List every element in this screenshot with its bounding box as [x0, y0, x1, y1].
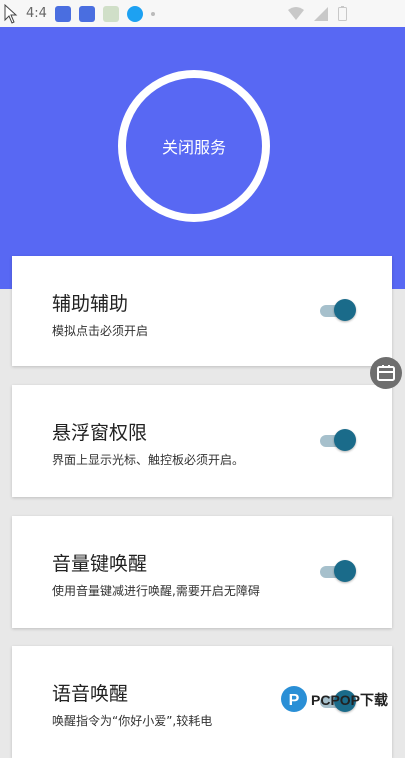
- close-service-button[interactable]: 关闭服务: [118, 70, 270, 222]
- svg-text:PCPOP下载: PCPOP下载: [311, 692, 388, 708]
- setting-card-overlay: 悬浮窗权限 界面上显示光标、触控板必须开启。: [12, 385, 392, 497]
- card-description: 使用音量键减进行唤醒,需要开启无障碍: [52, 584, 260, 598]
- wifi-icon: [288, 6, 304, 20]
- toggle-thumb: [334, 429, 356, 451]
- battery-icon: [338, 6, 347, 21]
- more-notifications-dot: [150, 11, 155, 16]
- status-bar: 4:4: [0, 0, 405, 27]
- card-description: 唤醒指令为“你好小爱”,较耗电: [52, 714, 213, 728]
- svg-text:P: P: [289, 692, 300, 709]
- status-bar-left: 4:4: [4, 3, 155, 24]
- volume-wake-toggle[interactable]: [320, 560, 358, 582]
- baidu-paw-icon-2: [78, 5, 95, 22]
- card-title: 辅助辅助: [52, 293, 129, 315]
- card-description: 模拟点击必须开启: [52, 324, 149, 338]
- card-title: 音量键唤醒: [52, 553, 148, 575]
- accessibility-toggle[interactable]: [320, 299, 358, 321]
- toggle-thumb: [334, 560, 356, 582]
- floating-window-icon: [377, 365, 395, 381]
- pcpop-watermark: P PCPOP下载: [278, 680, 405, 720]
- overlay-permission-toggle[interactable]: [320, 429, 358, 451]
- close-service-label: 关闭服务: [161, 138, 226, 157]
- card-description: 界面上显示光标、触控板必须开启。: [52, 453, 245, 467]
- floating-cursor-button[interactable]: [370, 357, 402, 389]
- download-icon: [126, 5, 143, 22]
- baidu-paw-icon: [54, 5, 71, 22]
- hero-header: 关闭服务: [0, 27, 405, 289]
- cursor-icon: [4, 3, 18, 24]
- card-title: 语音唤醒: [52, 683, 129, 705]
- app-notification-icon: [102, 5, 119, 22]
- toggle-thumb: [334, 299, 356, 321]
- signal-icon: [314, 6, 328, 21]
- status-bar-right: [288, 3, 397, 24]
- card-title: 悬浮窗权限: [52, 422, 148, 444]
- clock-placeholder: [357, 9, 397, 19]
- setting-card-accessibility: 辅助辅助 模拟点击必须开启: [12, 256, 392, 366]
- status-time: 4:4: [26, 6, 47, 21]
- setting-card-volume-wake: 音量键唤醒 使用音量键减进行唤醒,需要开启无障碍: [12, 516, 392, 628]
